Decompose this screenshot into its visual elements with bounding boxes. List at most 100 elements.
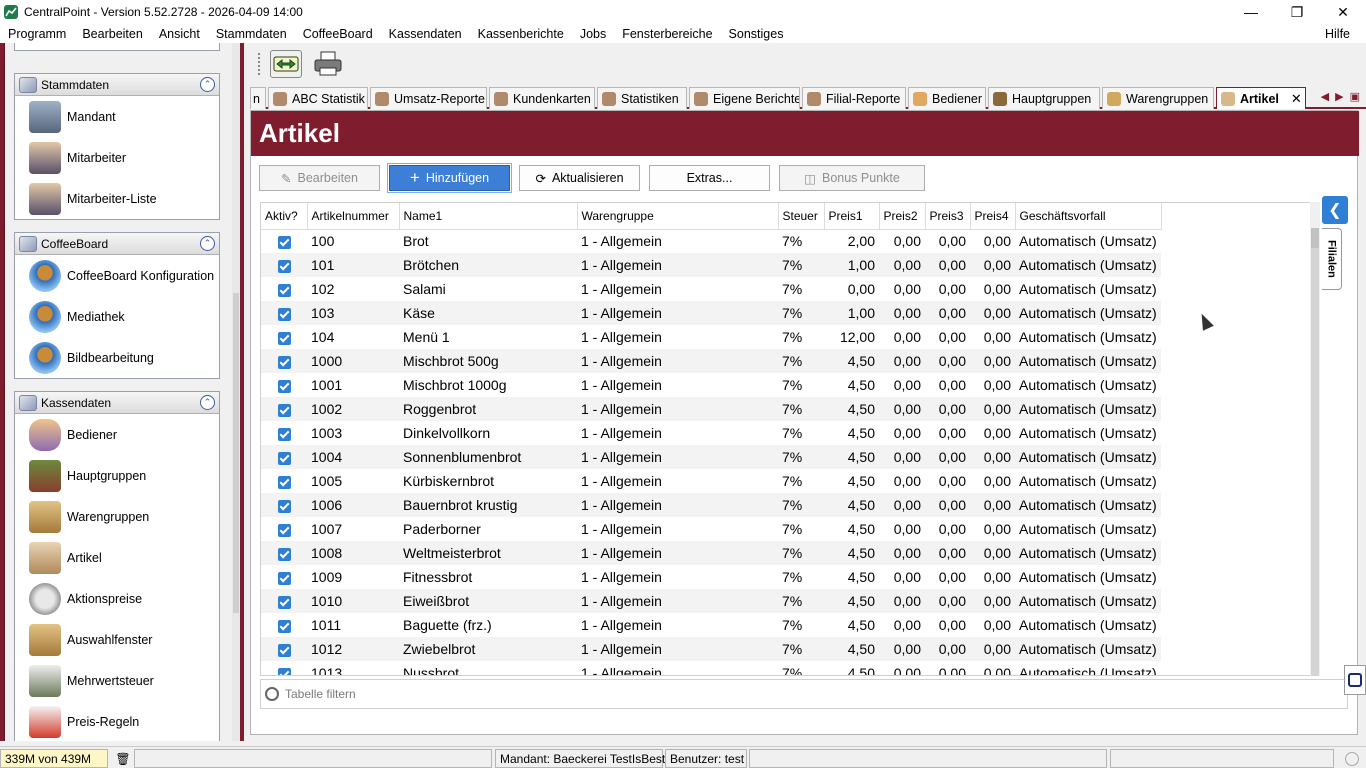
table-row[interactable]: 102 Salami 1 - Allgemein 7% 0,00 0,00 0,00 0,00…	[261, 277, 1161, 301]
extras-button[interactable]: Extras...	[649, 165, 770, 191]
edit-button[interactable]: ✎ Bearbeiten	[259, 165, 380, 191]
aktiv-checkbox[interactable]	[277, 236, 291, 250]
filialen-tab[interactable]: Filialen	[1322, 228, 1342, 290]
aktiv-checkbox[interactable]	[277, 667, 291, 675]
table-scroll-track[interactable]	[1311, 248, 1319, 676]
menu-ansicht[interactable]: Ansicht	[151, 27, 208, 41]
aktiv-cell[interactable]	[261, 373, 307, 397]
group-header-coffeeboard[interactable]: CoffeeBoard ⌃	[15, 233, 219, 255]
maximize-button[interactable]: ❐	[1274, 0, 1320, 24]
sidebar-item-aktionspreise[interactable]: Aktionspreise	[15, 578, 219, 619]
add-button[interactable]: + Hinzufügen	[387, 163, 512, 193]
table-scroll-thumb[interactable]	[1311, 228, 1319, 248]
table-row[interactable]: 1010 Eiweißbrot 1 - Allgemein 7% 4,50 0,00 0,0…	[261, 589, 1161, 613]
table-row[interactable]: 1013 Nussbrot 1 - Allgemein 7% 4,50 0,00 0,00 0…	[261, 661, 1161, 675]
column-header-preis4[interactable]: Preis4	[970, 203, 1016, 230]
group-header-kassendaten[interactable]: Kassendaten ⌃	[15, 392, 219, 414]
menu-hilfe[interactable]: Hilfe	[1317, 27, 1358, 41]
sidebar-scrollbar[interactable]	[232, 43, 240, 741]
sidebar-item-mitarbeiter[interactable]: Mitarbeiter	[15, 137, 219, 178]
column-header-steuer[interactable]: Steuer	[778, 203, 825, 230]
column-header-artikelnummer[interactable]: Artikelnummer	[307, 203, 400, 230]
table-row[interactable]: 1012 Zwiebelbrot 1 - Allgemein 7% 4,50 0,00 0,…	[261, 637, 1161, 661]
aktiv-cell[interactable]	[261, 277, 307, 301]
tab-hauptgruppen[interactable]: Hauptgruppen	[988, 87, 1100, 109]
column-header-name1[interactable]: Name1	[399, 203, 578, 230]
aktiv-checkbox[interactable]	[277, 427, 291, 441]
aktiv-checkbox[interactable]	[277, 451, 291, 465]
tab-list-icon[interactable]: ▣	[1350, 90, 1360, 103]
aktiv-cell[interactable]	[261, 349, 307, 373]
sidebar-item-artikel[interactable]: Artikel	[15, 537, 219, 578]
trash-icon[interactable]: 🗑	[110, 749, 132, 768]
aktiv-checkbox[interactable]	[277, 355, 291, 369]
column-header-warengruppe[interactable]: Warengruppe	[577, 203, 779, 230]
aktiv-cell[interactable]	[261, 421, 307, 445]
tab-bediener[interactable]: Bediener	[908, 87, 986, 109]
table-filter[interactable]: Tabelle filtern	[260, 679, 1348, 709]
table-row[interactable]: 1005 Kürbiskernbrot 1 - Allgemein 7% 4,50 0,0…	[261, 469, 1161, 493]
aktiv-cell[interactable]	[261, 637, 307, 661]
aktiv-cell[interactable]	[261, 661, 307, 675]
aktiv-cell[interactable]	[261, 325, 307, 349]
menu-programm[interactable]: Programm	[0, 27, 74, 41]
aktiv-cell[interactable]	[261, 397, 307, 421]
sidebar-item-coffeeboard-konfiguration[interactable]: CoffeeBoard Konfiguration	[15, 255, 219, 296]
sidebar-item-hauptgruppen[interactable]: Hauptgruppen	[15, 455, 219, 496]
sidebar-item-mediathek[interactable]: Mediathek	[15, 296, 219, 337]
menu-fensterbereiche[interactable]: Fensterbereiche	[614, 27, 720, 41]
menu-sonstiges[interactable]: Sonstiges	[721, 27, 792, 41]
aktiv-checkbox[interactable]	[277, 547, 291, 561]
printer-icon[interactable]	[312, 50, 344, 78]
sidebar-item-bediener[interactable]: Bediener	[15, 414, 219, 455]
aktiv-checkbox[interactable]	[277, 523, 291, 537]
sidebar-item-bildbearbeitung[interactable]: Bildbearbeitung	[15, 337, 219, 378]
sidebar-item-warengruppen[interactable]: Warengruppen	[15, 496, 219, 537]
table-row[interactable]: 1000 Mischbrot 500g 1 - Allgemein 7% 4,50 0,0…	[261, 349, 1161, 373]
aktiv-checkbox[interactable]	[277, 331, 291, 345]
menu-kassendaten[interactable]: Kassendaten	[381, 27, 470, 41]
aktiv-cell[interactable]	[261, 445, 307, 469]
group-header-stammdaten[interactable]: Stammdaten ⌃	[15, 74, 219, 96]
aktiv-checkbox[interactable]	[277, 499, 291, 513]
sidebar-item-mandant[interactable]: Mandant	[15, 96, 219, 137]
table-row[interactable]: 1003 Dinkelvollkorn 1 - Allgemein 7% 4,50 0,0…	[261, 421, 1161, 445]
sidebar-item-mehrwertsteuer[interactable]: Mehrwertsteuer	[15, 660, 219, 701]
sidebar-scroll-thumb[interactable]	[233, 293, 239, 613]
aktiv-cell[interactable]	[261, 301, 307, 325]
table-row[interactable]: 1002 Roggenbrot 1 - Allgemein 7% 4,50 0,00 0,0…	[261, 397, 1161, 421]
tab-abc-statistik[interactable]: ABC Statistik	[268, 87, 368, 109]
table-row[interactable]: 1007 Paderborner 1 - Allgemein 7% 4,50 0,00 0,…	[261, 517, 1161, 541]
menu-stammdaten[interactable]: Stammdaten	[208, 27, 295, 41]
aktiv-cell[interactable]	[261, 469, 307, 493]
collapse-icon[interactable]: ⌃	[200, 77, 215, 92]
aktiv-checkbox[interactable]	[277, 283, 291, 297]
aktiv-cell[interactable]	[261, 613, 307, 637]
table-row[interactable]: 1004 Sonnenblumenbrot 1 - Allgemein 7% 4,50 0…	[261, 445, 1161, 469]
aktiv-cell[interactable]	[261, 493, 307, 517]
chevron-left-icon[interactable]: ❮	[1322, 196, 1348, 224]
aktiv-checkbox[interactable]	[277, 643, 291, 657]
close-window-button[interactable]: ✕	[1320, 0, 1366, 24]
menu-jobs[interactable]: Jobs	[572, 27, 614, 41]
tab-kundenkarten[interactable]: Kundenkarten	[489, 87, 595, 109]
tab-artikel[interactable]: Artikel ✕	[1216, 87, 1306, 109]
sidebar-item-auswahlfenster[interactable]: Auswahlfenster	[15, 619, 219, 660]
swap-arrows-icon[interactable]	[270, 50, 302, 78]
remote-support-icon[interactable]	[1344, 665, 1366, 695]
aktiv-checkbox[interactable]	[277, 571, 291, 585]
table-row[interactable]: 1009 Fitnessbrot 1 - Allgemein 7% 4,50 0,00 0,…	[261, 565, 1161, 589]
tab-scroll-right-icon[interactable]: ▶	[1335, 90, 1343, 103]
tab-eigene-berichte[interactable]: Eigene Berichte	[689, 87, 800, 109]
aktiv-cell[interactable]	[261, 541, 307, 565]
aktiv-checkbox[interactable]	[277, 403, 291, 417]
sidebar-item-mitarbeiter-liste[interactable]: Mitarbeiter-Liste	[15, 178, 219, 219]
menu-bearbeiten[interactable]: Bearbeiten	[74, 27, 150, 41]
collapse-icon[interactable]: ⌃	[200, 236, 215, 251]
column-header-preis3[interactable]: Preis3	[925, 203, 971, 230]
table-row[interactable]: 103 Käse 1 - Allgemein 7% 1,00 0,00 0,00 0,00 Au…	[261, 301, 1161, 325]
aktiv-cell[interactable]	[261, 589, 307, 613]
aktiv-checkbox[interactable]	[277, 307, 291, 321]
collapse-icon[interactable]: ⌃	[200, 395, 215, 410]
aktiv-checkbox[interactable]	[277, 379, 291, 393]
